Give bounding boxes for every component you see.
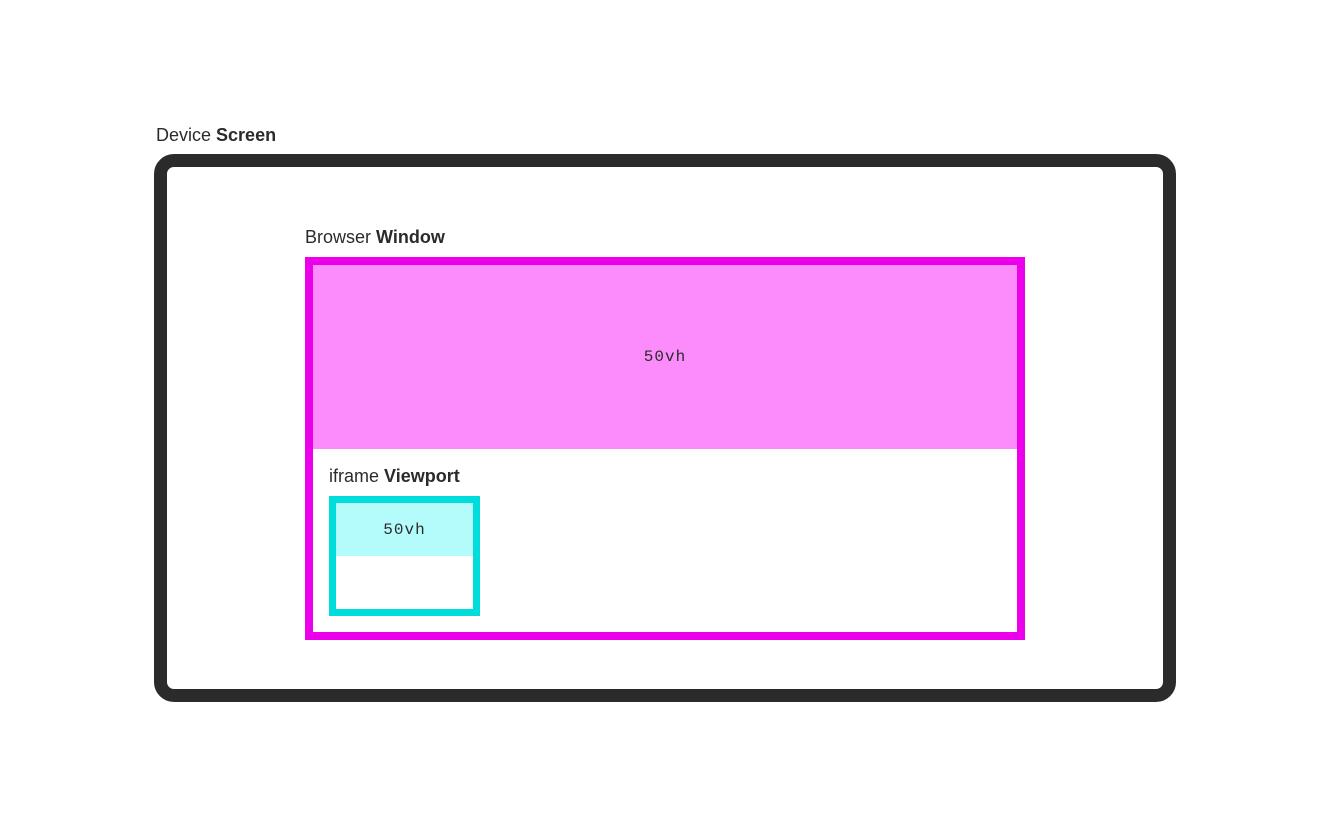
screen-label-prefix: Device [156, 125, 216, 145]
window-label-bold: Window [376, 227, 445, 247]
iframe-label: iframe Viewport [329, 466, 460, 487]
device-screen-box: Browser Window 50vh iframe Viewport 50vh [154, 154, 1176, 702]
window-label: Browser Window [305, 227, 445, 248]
window-top-half: 50vh [313, 265, 1017, 449]
iframe-label-bold: Viewport [384, 466, 460, 486]
iframe-viewport-box: 50vh [329, 496, 480, 616]
iframe-vh-label: 50vh [383, 521, 425, 539]
diagram-container: Device Screen Browser Window 50vh iframe… [154, 125, 1176, 702]
screen-label-bold: Screen [216, 125, 276, 145]
browser-window-box: 50vh iframe Viewport 50vh [305, 257, 1025, 640]
iframe-top-half: 50vh [336, 503, 473, 556]
screen-label: Device Screen [156, 125, 1176, 146]
window-label-prefix: Browser [305, 227, 376, 247]
iframe-label-prefix: iframe [329, 466, 384, 486]
window-vh-label: 50vh [644, 348, 686, 366]
